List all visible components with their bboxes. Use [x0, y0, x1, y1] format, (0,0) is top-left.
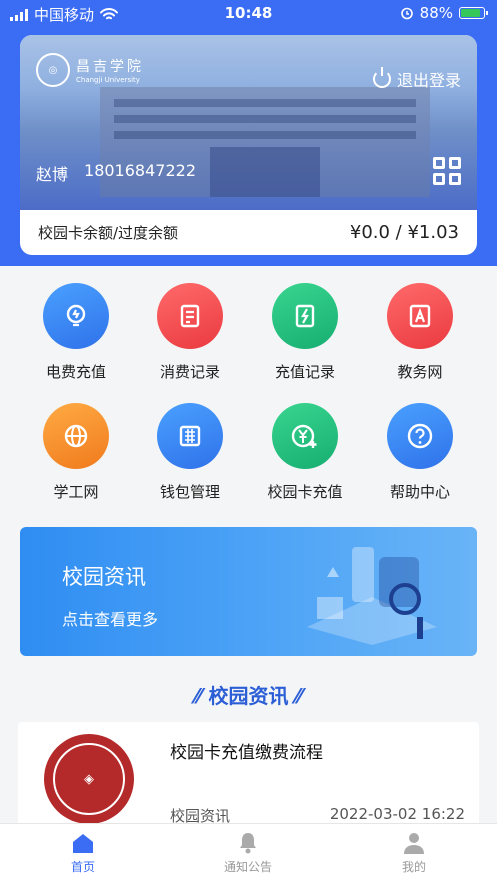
tab-home[interactable]: 首页	[23, 832, 143, 875]
news-item[interactable]: ◈ 校园卡充值缴费流程 校园资讯 2022-03-02 16:22	[18, 722, 479, 827]
campus-photo: ◎ 昌吉学院 Changji University 退出登录 赵博 180168…	[20, 35, 477, 210]
battery-percent: 88%	[419, 4, 453, 22]
service-consumption-record[interactable]: 消费记录	[140, 283, 240, 382]
user-name: 赵博	[36, 165, 69, 184]
user-phone: 18016847222	[84, 161, 196, 180]
section-header: ⁄⁄ 校园资讯 ⁄⁄	[0, 680, 497, 709]
service-campus-card-recharge[interactable]: 校园卡充值	[255, 403, 355, 502]
service-electricity-recharge[interactable]: 电费充值	[26, 283, 126, 382]
news-title: 校园卡充值缴费流程	[170, 743, 323, 763]
service-label: 充值记录	[274, 363, 335, 381]
service-label: 钱包管理	[159, 483, 220, 501]
service-label: 帮助中心	[389, 483, 450, 501]
school-name: 昌吉学院	[76, 59, 144, 75]
lightbulb-icon	[43, 283, 109, 349]
home-icon	[73, 834, 93, 853]
power-icon	[372, 67, 391, 88]
service-student-affairs[interactable]: 学工网	[26, 403, 126, 502]
status-bar: 中国移动 10:48 88%	[0, 0, 497, 26]
balance-row: 校园卡余额/过度余额 ¥0.0 / ¥1.03	[20, 210, 477, 255]
service-wallet-management[interactable]: 钱包管理	[140, 403, 240, 502]
tab-bar: 首页 通知公告 我的	[0, 823, 497, 883]
school-seal-icon: ◎	[36, 53, 70, 87]
section-title: 校园资讯	[208, 684, 289, 708]
campus-card: ◎ 昌吉学院 Changji University 退出登录 赵博 180168…	[20, 35, 477, 255]
receipt-icon	[157, 283, 223, 349]
service-label: 电费充值	[45, 363, 106, 381]
banner-subtitle: 点击查看更多	[62, 610, 159, 629]
header-area: ◎ 昌吉学院 Changji University 退出登录 赵博 180168…	[0, 26, 497, 266]
school-logo: ◎ 昌吉学院 Changji University	[36, 53, 144, 87]
tab-label: 首页	[70, 860, 95, 874]
logout-button[interactable]: 退出登录	[372, 67, 461, 91]
news-illustration-icon	[307, 547, 437, 645]
person-icon	[404, 833, 424, 854]
battery-icon	[459, 7, 488, 19]
slash-decoration-icon: ⁄⁄	[288, 684, 303, 708]
banner-title: 校园资讯	[62, 565, 146, 589]
service-label: 消费记录	[159, 363, 220, 381]
user-info: 赵博 18016847222	[36, 161, 196, 185]
qr-code-icon[interactable]	[433, 157, 461, 185]
yen-plus-icon	[272, 403, 338, 469]
news-banner[interactable]: 校园资讯 点击查看更多	[20, 527, 477, 656]
tab-label: 通知公告	[223, 860, 272, 874]
balance-value: ¥0.0 / ¥1.03	[349, 222, 459, 243]
tab-label: 我的	[401, 860, 426, 874]
balance-label: 校园卡余额/过度余额	[38, 224, 179, 242]
alarm-icon	[400, 7, 413, 20]
tab-notices[interactable]: 通知公告	[188, 832, 308, 875]
service-label: 学工网	[53, 483, 99, 501]
news-date: 2022-03-02 16:22	[329, 805, 465, 823]
recharge-record-icon	[272, 283, 338, 349]
tab-mine[interactable]: 我的	[354, 832, 474, 875]
bell-icon	[240, 833, 256, 854]
service-recharge-record[interactable]: 充值记录	[255, 283, 355, 382]
slash-decoration-icon: ⁄⁄	[194, 684, 209, 708]
letter-a-icon	[387, 283, 453, 349]
help-icon	[387, 403, 453, 469]
logout-label: 退出登录	[396, 71, 461, 90]
globe-icon	[43, 403, 109, 469]
school-name-en: Changji University	[76, 76, 140, 84]
wallet-grid-icon	[157, 403, 223, 469]
school-seal-icon: ◈	[44, 734, 134, 824]
service-academic-affairs[interactable]: 教务网	[370, 283, 470, 382]
service-label: 校园卡充值	[267, 483, 343, 501]
service-label: 教务网	[397, 363, 443, 381]
service-help-center[interactable]: 帮助中心	[370, 403, 470, 502]
